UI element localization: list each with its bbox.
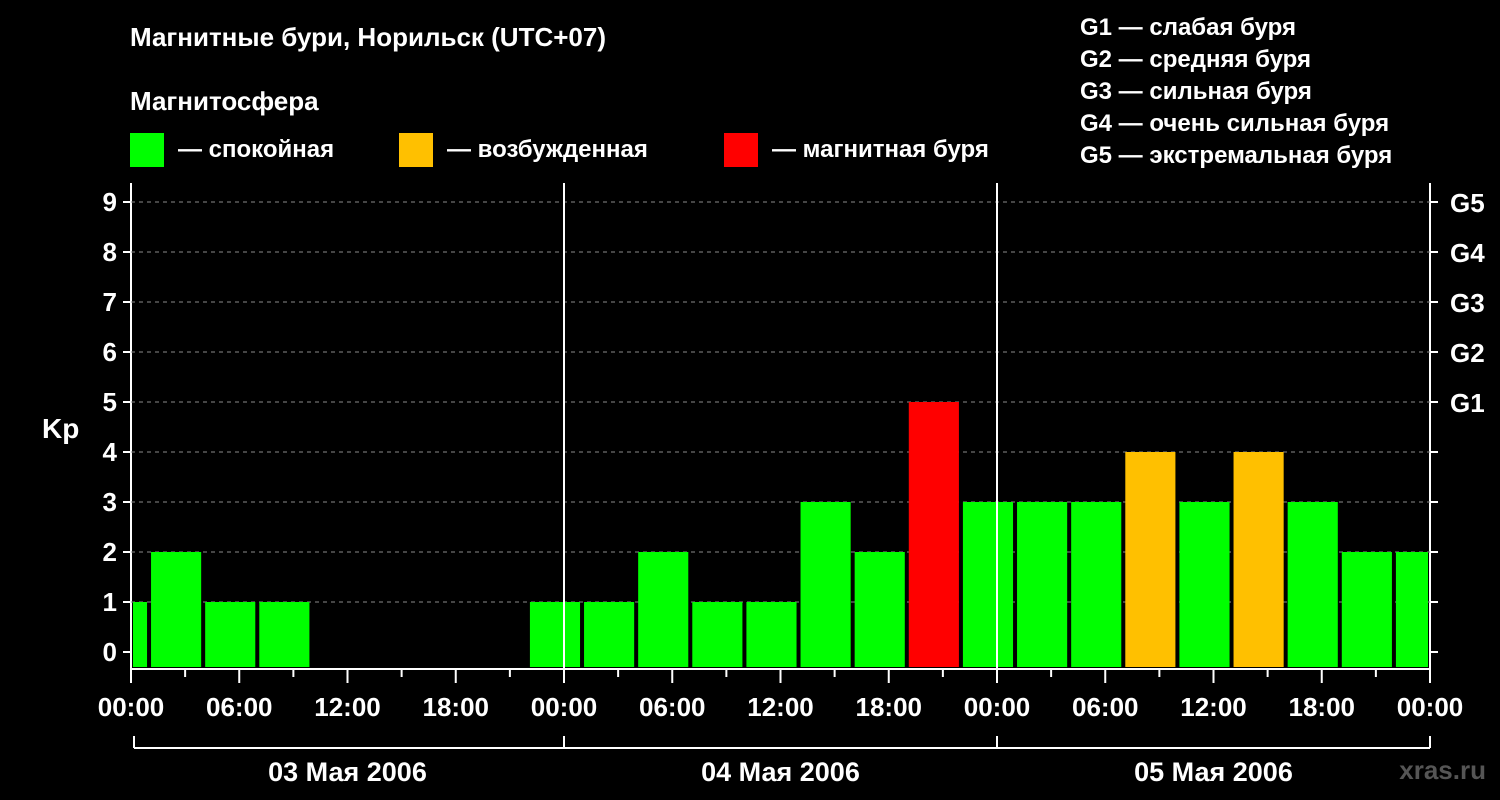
kp-bar [908,402,959,667]
kp-bar [133,602,148,667]
kp-bar [1341,552,1392,667]
kp-bar [1017,502,1068,667]
x-tick-label: 06:00 [639,692,706,722]
g-scale-label: G2 [1450,338,1485,368]
y-tick-label: 9 [103,187,117,217]
day-label: 05 Мая 2006 [1134,757,1293,787]
kp-bar [800,502,851,667]
g-scale-label: G5 [1450,188,1485,218]
kp-bar-chart: 0 1 2 3 4 5 6 7 8 9 G1 G2 G3 G4 G5 Kp 00:00 06:00 12:00 18:… [42,183,1485,787]
x-tick-label: 12:00 [747,692,814,722]
y-tick-label: 1 [103,587,117,617]
kp-bar [962,502,1014,667]
kp-bar [1233,452,1284,667]
x-tick-label: 06:00 [1072,692,1139,722]
y-tick-label: 2 [103,537,117,567]
y-tick-label: 6 [103,337,117,367]
kp-bar [692,602,743,667]
x-tick-label: 18:00 [423,692,490,722]
y-axis-label: Kp [42,413,79,444]
day-label: 04 Мая 2006 [701,757,860,787]
y-tick-label: 0 [103,637,117,667]
kp-bar [529,602,581,667]
g-scale-label: G3 [1450,288,1485,318]
x-tick-label: 12:00 [314,692,381,722]
y-tick-label: 8 [103,237,117,267]
y-tick-label: 4 [103,437,118,467]
y-tick-label: 7 [103,287,117,317]
kp-bar [854,552,905,667]
x-tick-label: 18:00 [856,692,923,722]
y-tick-label: 5 [103,387,117,417]
kp-bar [1071,502,1122,667]
watermark: xras.ru [1399,755,1486,785]
x-tick-label: 18:00 [1289,692,1356,722]
kp-bar [1179,502,1230,667]
kp-bar [1125,452,1176,667]
kp-bar [746,602,797,667]
kp-bar [259,602,310,667]
kp-bar [151,552,202,667]
kp-bar [205,602,256,667]
kp-bar [638,552,689,667]
x-tick-label: 00:00 [531,692,598,722]
x-tick-label: 00:00 [98,692,165,722]
kp-bar [1395,552,1428,667]
g-scale-label: G1 [1450,388,1485,418]
day-label: 03 Мая 2006 [268,757,427,787]
x-tick-label: 00:00 [1397,692,1464,722]
kp-bar [1287,502,1338,667]
x-tick-label: 06:00 [206,692,273,722]
x-tick-label: 12:00 [1180,692,1247,722]
kp-bar [584,602,635,667]
x-tick-label: 00:00 [964,692,1031,722]
y-tick-label: 3 [103,487,117,517]
g-scale-label: G4 [1450,238,1485,268]
